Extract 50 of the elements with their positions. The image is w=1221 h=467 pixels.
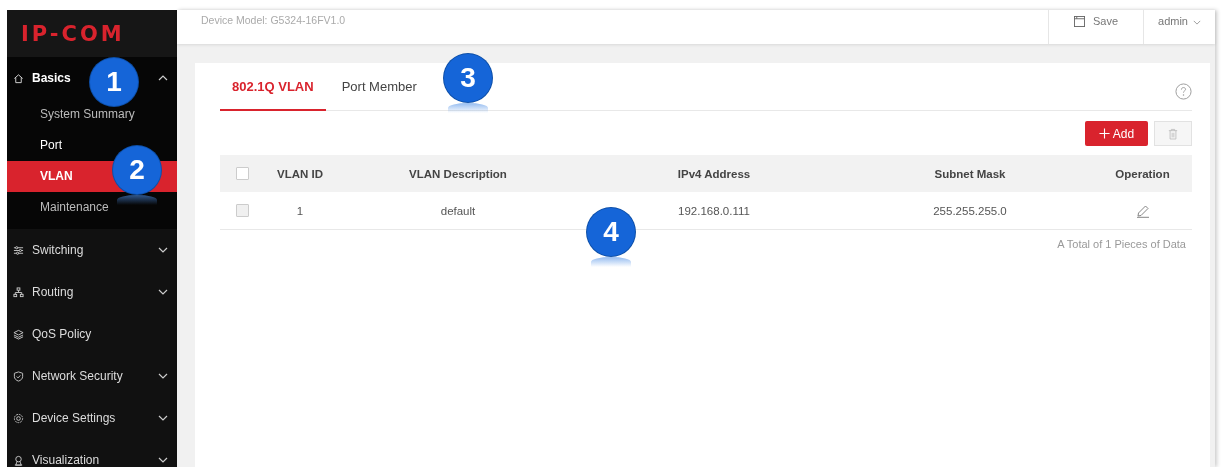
sliders-icon: [13, 244, 24, 256]
save-icon: [1073, 16, 1085, 27]
chevron-down-icon: [158, 415, 168, 421]
table-cell: default: [440, 204, 476, 217]
user-menu[interactable]: admin: [1143, 10, 1215, 44]
column-header: Subnet Mask: [934, 167, 1006, 180]
column-header: Operation: [1115, 167, 1170, 180]
column-header: IPv4 Address: [677, 167, 751, 180]
marker-reflection: [117, 195, 157, 205]
column-header: VLAN ID: [277, 167, 323, 180]
total-count: A Total of 1 Pieces of Data: [1057, 238, 1186, 250]
chevron-down-icon: [158, 247, 168, 253]
sidebar-item[interactable]: Basics: [32, 71, 71, 85]
plus-icon: [1098, 128, 1110, 139]
chevron-down-icon: [158, 457, 168, 463]
logo: IP-COM: [7, 10, 177, 57]
trash-icon: [1168, 127, 1178, 140]
save-button[interactable]: Save: [1048, 10, 1143, 44]
pencil-icon[interactable]: [1135, 203, 1150, 218]
tab[interactable]: Port Member: [329, 63, 429, 111]
add-button[interactable]: Add: [1085, 121, 1148, 146]
table-cell: 255.255.255.0: [933, 204, 1007, 217]
sidebar-item[interactable]: Routing: [32, 285, 74, 299]
chevron-down-icon: [158, 373, 168, 379]
help-icon[interactable]: [1175, 83, 1192, 100]
checkbox[interactable]: [236, 167, 249, 180]
network-icon: [13, 286, 24, 298]
shield-icon: [13, 370, 24, 382]
table-cell: 192.168.0.111: [678, 204, 750, 217]
sidebar-item[interactable]: Switching: [32, 243, 84, 257]
checkbox[interactable]: [236, 204, 249, 217]
chevron-down-icon: [158, 289, 168, 295]
chevron-up-icon: [158, 75, 168, 81]
submenu-item[interactable]: Maintenance: [7, 192, 177, 223]
delete-button[interactable]: [1154, 121, 1192, 146]
tab[interactable]: 802.1Q VLAN: [220, 63, 326, 111]
marker-reflection: [591, 257, 631, 267]
device-model: Device Model: G5324-16FV1.0: [200, 13, 347, 28]
chevron-down-icon: [1193, 20, 1201, 25]
sidebar-item[interactable]: QoS Policy: [32, 327, 92, 341]
sidebar-item[interactable]: Visualization: [32, 453, 100, 467]
table-cell: 1: [296, 204, 304, 217]
gear-icon: [13, 412, 24, 424]
layers-icon: [13, 328, 24, 340]
sidebar-item[interactable]: Device Settings: [32, 411, 116, 425]
column-header: VLAN Description: [409, 167, 507, 180]
user-icon: [13, 454, 24, 466]
marker-reflection: [448, 103, 488, 113]
home-icon: [13, 72, 24, 84]
sidebar-item[interactable]: Network Security: [32, 369, 123, 383]
